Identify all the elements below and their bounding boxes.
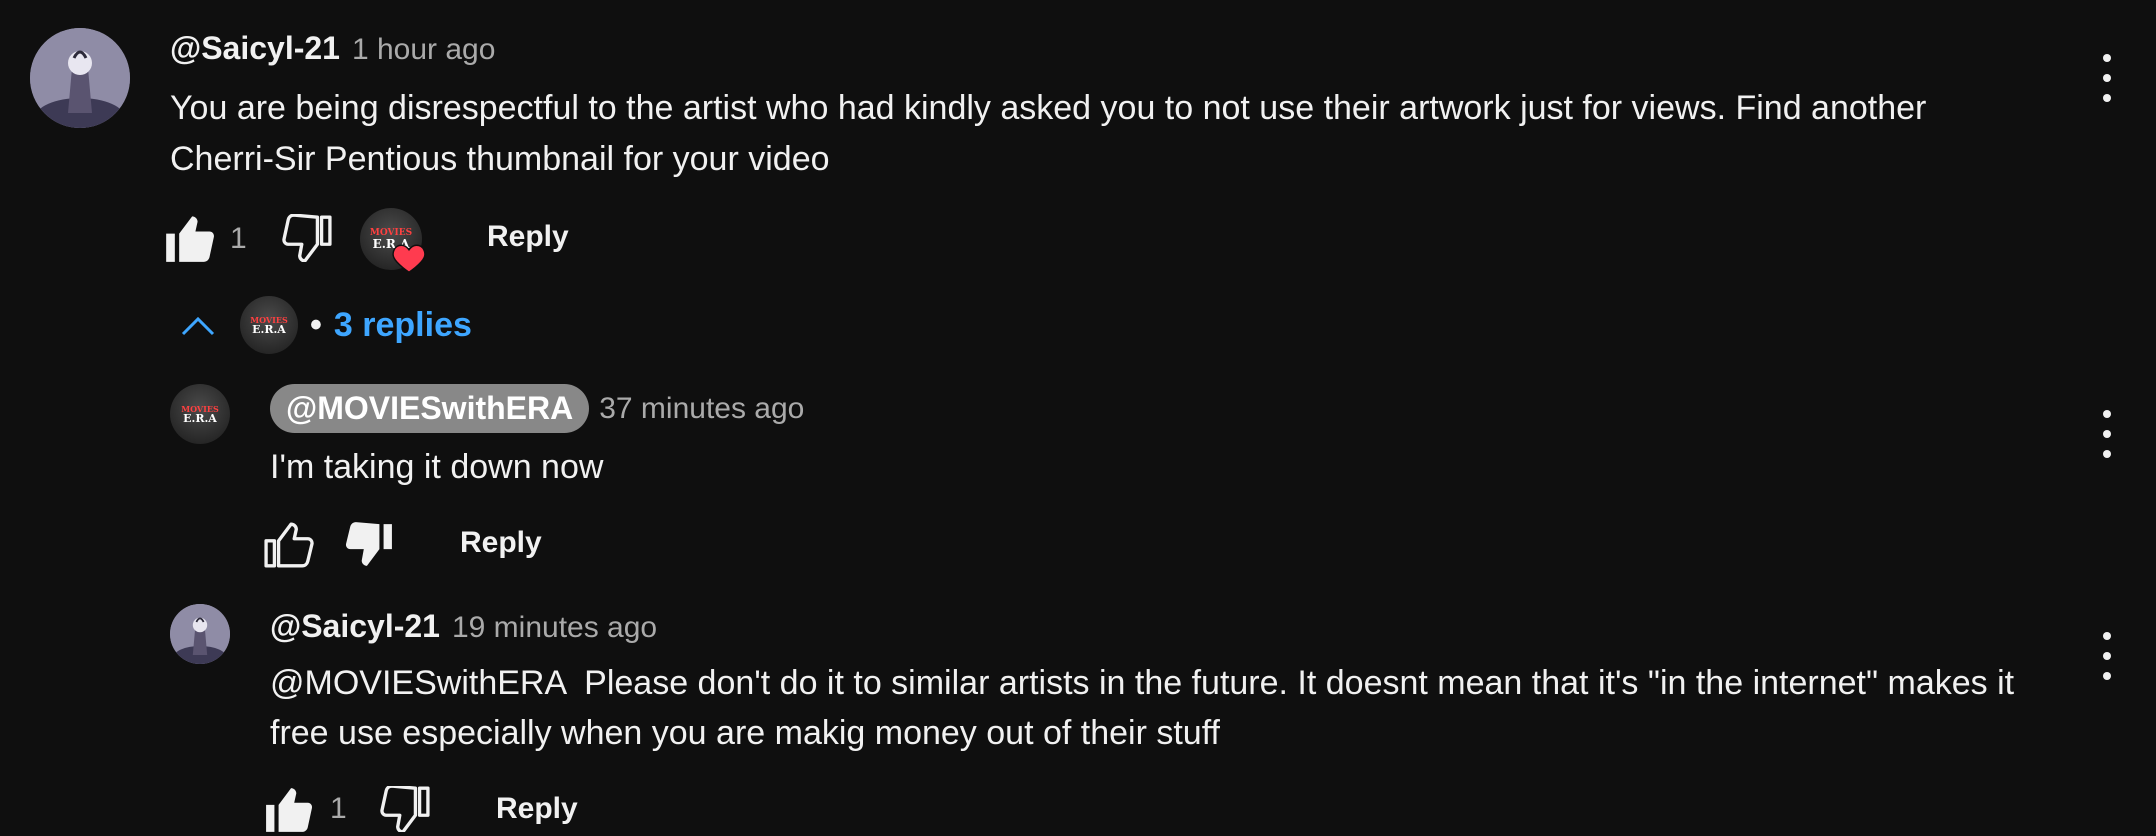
reply-dislike-button[interactable]	[380, 786, 430, 832]
reply-like-button[interactable]	[264, 786, 314, 832]
reply-dislike-button[interactable]	[344, 522, 394, 568]
reply-like-count: 1	[330, 792, 347, 825]
avatar-image	[170, 604, 230, 664]
like-icon	[264, 522, 314, 568]
heart-icon	[392, 244, 426, 274]
comment-more-button[interactable]	[2097, 54, 2117, 102]
more-vert-icon	[2103, 410, 2111, 418]
like-button[interactable]	[164, 214, 216, 262]
like-count: 1	[230, 222, 247, 255]
like-icon	[266, 788, 313, 832]
replies-toggle[interactable]: MOVIES E.R.A • 3 replies	[180, 296, 472, 354]
creator-heart-avatar: MOVIES E.R.A	[360, 208, 426, 274]
avatar[interactable]	[30, 28, 130, 128]
reply-author[interactable]: @Saicyl-21	[270, 608, 440, 645]
dislike-icon	[345, 522, 392, 566]
reply-like-button[interactable]	[264, 522, 314, 568]
reply-more-button[interactable]	[2097, 410, 2117, 458]
comment-author[interactable]: @Saicyl-21	[170, 30, 340, 67]
reply-reply-button[interactable]: Reply	[496, 792, 578, 826]
reply-author-chip[interactable]: @MOVIESwithERA	[270, 384, 590, 433]
reply-avatar-bottom-text: E.R.A	[183, 411, 217, 425]
replier-avatar-bottom-text: E.R.A	[252, 322, 286, 336]
reply-text-line-2: free use especially when you are makig m…	[270, 714, 1220, 752]
like-icon	[166, 216, 214, 262]
reply-text: I'm taking it down now	[270, 448, 604, 486]
reply-avatar[interactable]: MOVIES E.R.A	[170, 384, 230, 444]
reply-reply-button[interactable]: Reply	[460, 526, 542, 560]
comment-text-line-2: Cherri-Sir Pentious thumbnail for your v…	[170, 140, 830, 178]
replier-avatar: MOVIES E.R.A	[240, 296, 298, 354]
replies-bullet: •	[310, 305, 322, 344]
reply-button[interactable]: Reply	[487, 220, 569, 254]
chevron-up-icon	[181, 316, 215, 336]
avatar-image	[30, 28, 130, 128]
comment-time[interactable]: 1 hour ago	[352, 33, 495, 67]
more-vert-icon	[2103, 54, 2111, 62]
dislike-icon	[380, 786, 430, 832]
comment-text-line-1: You are being disrespectful to the artis…	[170, 89, 1927, 127]
reply-time[interactable]: 19 minutes ago	[452, 611, 657, 645]
dislike-icon	[282, 214, 332, 262]
reply-more-button[interactable]	[2097, 632, 2117, 680]
reply-avatar[interactable]	[170, 604, 230, 664]
reply-text-line-1: @MOVIESwithERA Please don't do it to sim…	[270, 664, 2015, 702]
dislike-button[interactable]	[282, 214, 332, 262]
more-vert-icon	[2103, 632, 2111, 640]
replies-count-label: 3 replies	[333, 305, 472, 344]
reply-time[interactable]: 37 minutes ago	[599, 392, 804, 426]
